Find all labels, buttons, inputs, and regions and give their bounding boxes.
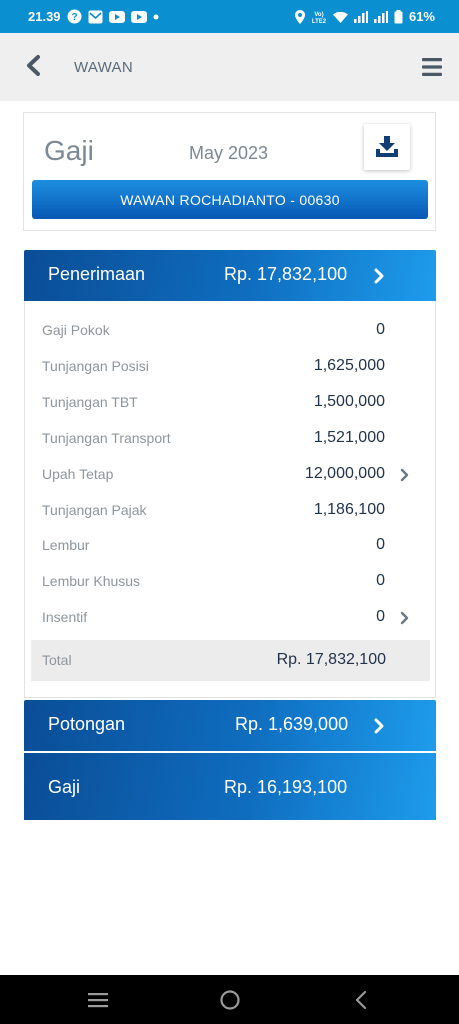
svg-text:LTE2: LTE2 [312, 19, 327, 24]
earning-label: Gaji Pokok [42, 322, 110, 338]
download-icon [376, 136, 398, 157]
system-back-button[interactable] [348, 987, 374, 1013]
earning-value: 1,521,000 [313, 428, 385, 446]
status-bar: 21.39 ? Vo) LTE2 61% [0, 0, 459, 33]
recent-apps-icon [88, 993, 108, 1008]
earning-row[interactable]: Insentif 0 [25, 599, 435, 635]
earning-label: Tunjangan Transport [42, 429, 171, 446]
earning-row[interactable]: Upah Tetap 12,000,000 [25, 456, 435, 492]
earning-label: Lembur Khusus [42, 573, 141, 590]
earning-row: Tunjangan Pajak 1,186,100 [25, 492, 435, 528]
employee-name: WAWAN ROCHADIANTO - 00630 [120, 191, 340, 208]
app-bar: WAWAN [0, 33, 459, 101]
employee-name-bar: WAWAN ROCHADIANTO - 00630 [32, 180, 428, 219]
earning-label: Tunjangan Pajak [42, 501, 147, 518]
youtube-notification-icon [130, 10, 147, 23]
chevron-right-icon [374, 268, 384, 284]
potongan-label: Potongan [48, 714, 126, 734]
earning-row: Tunjangan Posisi 1,625,000 [25, 348, 435, 384]
earning-row: Gaji Pokok 0 [25, 312, 435, 348]
status-time: 21.39 [28, 9, 61, 24]
net-salary-label: Gaji [48, 777, 81, 797]
home-circle-icon [220, 990, 240, 1010]
svg-text:Vo): Vo) [314, 12, 323, 18]
earning-label: Lembur [42, 537, 90, 554]
total-row: Total Rp. 17,832,100 [31, 640, 430, 681]
earning-label: Tunjangan TBT [42, 393, 138, 410]
potongan-amount: Rp. 1,639,000 [235, 714, 349, 734]
earning-row: Tunjangan Transport 1,521,000 [25, 420, 435, 456]
total-value: Rp. 17,832,100 [276, 651, 386, 668]
recent-apps-button[interactable] [85, 987, 111, 1013]
back-arrow-icon [355, 990, 367, 1010]
page-title: WAWAN [74, 59, 133, 76]
wifi-icon [332, 11, 348, 23]
earning-row: Lembur 0 [25, 527, 435, 563]
earning-value: 0 [376, 536, 385, 554]
chevron-right-icon[interactable] [399, 611, 410, 625]
payslip-header-card: Gaji May 2023 WAWAN ROCHADIANTO - 00630 [23, 112, 436, 231]
battery-icon [394, 9, 403, 24]
earning-value: 0 [376, 572, 385, 590]
net-salary-amount: Rp. 16,193,100 [224, 777, 348, 797]
earning-value: 1,625,000 [313, 356, 385, 374]
earning-row: Lembur Khusus 0 [25, 563, 435, 599]
chevron-left-icon [27, 55, 40, 76]
battery-percent: 61% [408, 9, 435, 24]
payslip-period[interactable]: May 2023 [189, 143, 268, 164]
total-label: Total [42, 652, 72, 668]
location-icon [294, 9, 305, 24]
earning-label: Upah Tetap [42, 465, 114, 482]
earning-value: 0 [376, 608, 385, 626]
earning-label: Insentif [42, 609, 88, 626]
download-button[interactable] [364, 124, 410, 170]
back-button[interactable] [22, 52, 46, 80]
mail-notification-icon [88, 10, 103, 24]
signal-icon [353, 10, 368, 23]
penerimaan-section-header[interactable]: Penerimaan Rp. 17,832,100 [24, 250, 436, 301]
net-salary-section: Gaji Rp. 16,193,100 [24, 753, 436, 820]
system-navigation-bar [0, 975, 459, 1024]
home-button[interactable] [217, 987, 243, 1013]
volte-icon: Vo) LTE2 [311, 10, 327, 24]
signal-icon [373, 10, 388, 23]
penerimaan-details: Gaji Pokok 0 Tunjangan Posisi 1,625,000 Tunj… [24, 301, 436, 698]
penerimaan-label: Penerimaan [48, 264, 146, 284]
svg-text:?: ? [71, 12, 77, 23]
hamburger-icon [422, 58, 442, 76]
chevron-right-icon[interactable] [399, 468, 410, 482]
help-notification-icon: ? [67, 9, 82, 24]
potongan-section-header[interactable]: Potongan Rp. 1,639,000 [24, 700, 436, 751]
earning-value: 12,000,000 [304, 464, 385, 482]
earning-value: 1,186,100 [313, 500, 385, 518]
chevron-right-icon [374, 718, 384, 734]
youtube-notification-icon [108, 10, 125, 23]
more-notifications-dot-icon [153, 14, 159, 20]
penerimaan-amount: Rp. 17,832,100 [224, 264, 348, 284]
earning-row: Tunjangan TBT 1,500,000 [25, 384, 435, 420]
earning-value: 1,500,000 [313, 392, 385, 410]
menu-button[interactable] [420, 55, 444, 79]
payslip-title: Gaji [44, 135, 94, 166]
earning-label: Tunjangan Posisi [42, 357, 149, 374]
earning-value: 0 [376, 321, 385, 338]
